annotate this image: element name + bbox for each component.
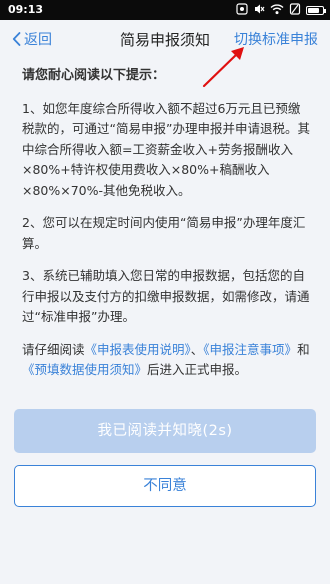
notice-item-2: 2、您可以在规定时间内使用“简易申报”办理年度汇算。 bbox=[22, 215, 306, 251]
wifi-icon bbox=[270, 3, 284, 18]
read-documents-notice: 请仔细阅读《申报表使用说明》、《申报注意事项》和《预填数据使用须知》后进入正式申… bbox=[22, 340, 312, 381]
read-notice-separator-2: 和 bbox=[297, 341, 310, 357]
sim-blocked-icon bbox=[289, 2, 301, 18]
notice-content: 请您耐心阅读以下提示： 1、如您年度综合所得收入额不超过6万元且已预缴税款的，可… bbox=[22, 66, 312, 393]
notice-heading: 请您耐心阅读以下提示： bbox=[22, 68, 166, 83]
disagree-button[interactable]: 不同意 bbox=[14, 465, 316, 507]
notice-item-3: 3、系统已辅助填入您日常的申报数据，包括您的自行申报以及支付方的扣缴申报数据，如… bbox=[22, 266, 312, 328]
back-button[interactable]: 返回 bbox=[12, 28, 52, 50]
prefilled-data-notice-link[interactable]: 《预填数据使用须知》 bbox=[22, 362, 147, 377]
chevron-left-icon bbox=[12, 32, 21, 46]
read-notice-separator-1: 、 bbox=[190, 341, 204, 357]
notice-item-3-end: 办理。 bbox=[97, 309, 135, 324]
status-time: 09:13 bbox=[8, 3, 44, 16]
battery-level bbox=[308, 7, 319, 13]
read-notice-suffix: 后进入正式申报。 bbox=[147, 362, 248, 377]
read-notice-prefix: 请仔细阅读 bbox=[22, 341, 85, 357]
back-label: 返回 bbox=[24, 32, 52, 48]
status-bar: 09:13 bbox=[0, 0, 330, 20]
standard-declare-inline-text: “标准申报” bbox=[34, 309, 98, 324]
form-instructions-link[interactable]: 《申报表使用说明》 bbox=[85, 342, 191, 357]
notice-item-1: 1、如您年度综合所得收入额不超过6万元且已预缴税款的，可通过“简易申报”办理申报… bbox=[22, 100, 310, 198]
notification-icon bbox=[236, 2, 248, 18]
mute-icon bbox=[253, 3, 265, 18]
status-icons bbox=[236, 2, 326, 18]
nav-bar: 返回 简易申报须知 切换标准申报 bbox=[0, 20, 330, 58]
agree-button[interactable]: 我已阅读并知晓(2s) bbox=[14, 409, 316, 453]
declaration-notes-link[interactable]: 《申报注意事项》 bbox=[203, 342, 297, 357]
battery-icon bbox=[306, 5, 326, 15]
